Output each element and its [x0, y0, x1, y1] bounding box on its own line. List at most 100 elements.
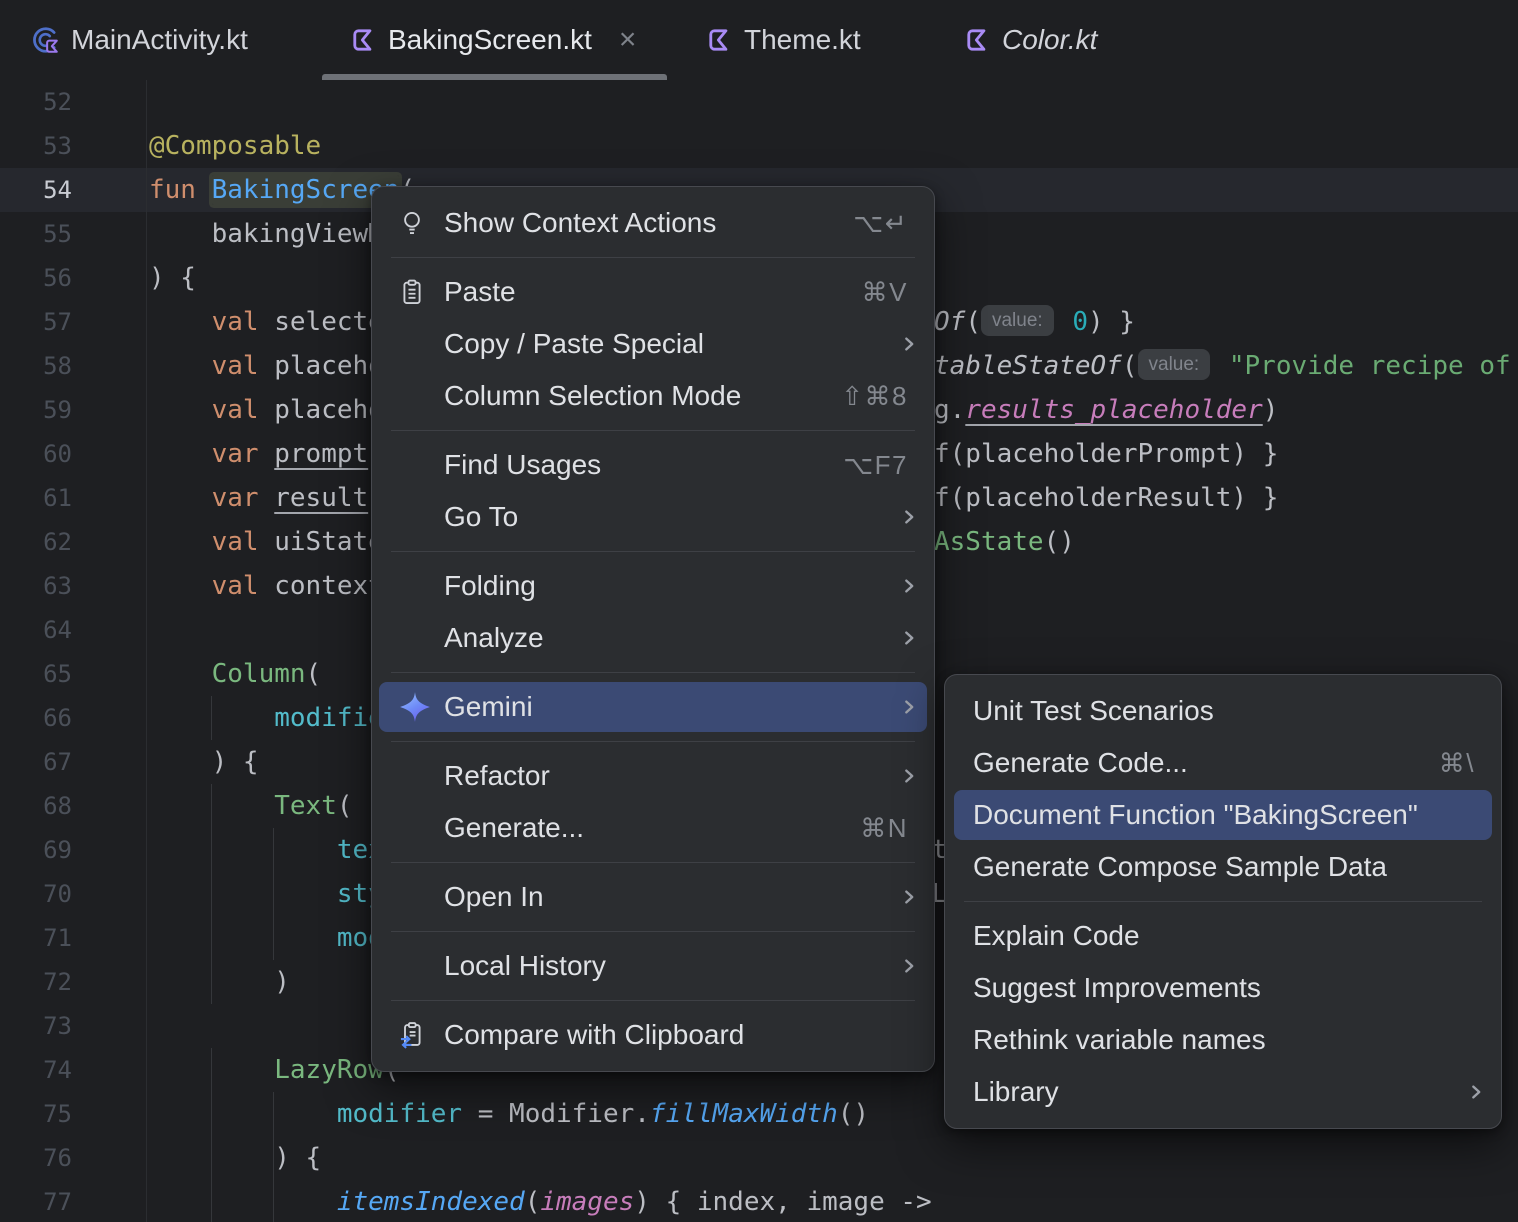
menu-item-shortcut: ⌥↵	[853, 207, 908, 238]
code-line[interactable]: ) {	[149, 1136, 1518, 1180]
menu-item-library[interactable]: Library	[945, 1066, 1501, 1118]
code-token: ) }	[1087, 307, 1135, 337]
line-number[interactable]: 65	[0, 652, 72, 696]
menu-item-label: Unit Test Scenarios	[973, 695, 1214, 726]
menu-item-go-to[interactable]: Go To	[372, 491, 934, 543]
code-token: 0	[1072, 307, 1088, 337]
code-token: val	[211, 571, 275, 601]
line-number[interactable]: 66	[0, 696, 72, 740]
menu-item-label: Generate...	[444, 812, 585, 843]
menu-separator	[391, 257, 915, 258]
menu-item-generate[interactable]: Generate... ⌘N	[372, 802, 934, 854]
menu-item-folding[interactable]: Folding	[372, 560, 934, 612]
code-token: (	[524, 1187, 541, 1217]
line-number[interactable]: 57	[0, 300, 72, 344]
code-token: AsState	[934, 527, 1044, 557]
line-number[interactable]: 59	[0, 388, 72, 432]
line-number[interactable]: 70	[0, 872, 72, 916]
code-token: val	[211, 395, 275, 425]
line-number[interactable]: 61	[0, 476, 72, 520]
tab-color-kt[interactable]: Color.kt	[965, 0, 1097, 80]
menu-item-gemini[interactable]: Gemini	[372, 681, 934, 733]
menu-item-copy-paste-special[interactable]: Copy / Paste Special	[372, 318, 934, 370]
menu-item-unit-test-scenarios[interactable]: Unit Test Scenarios	[945, 685, 1501, 737]
menu-item-show-context-actions[interactable]: Show Context Actions ⌥↵	[372, 197, 934, 249]
code-token: f(placeholderResult) }	[934, 483, 1279, 513]
line-number[interactable]: 72	[0, 960, 72, 1004]
chevron-right-icon	[900, 883, 934, 911]
line-number[interactable]: 58	[0, 344, 72, 388]
code-token: results_placeholder	[965, 395, 1263, 425]
menu-item-suggest-improvements[interactable]: Suggest Improvements	[945, 962, 1501, 1014]
code-token: ) {	[149, 263, 196, 293]
menu-item-label: Generate Code...	[973, 747, 1188, 778]
menu-item-column-selection-mode[interactable]: Column Selection Mode ⇧⌘8	[372, 370, 934, 422]
code-line-right-fragment: f(placeholderResult) }	[934, 476, 1278, 520]
line-number[interactable]: 69	[0, 828, 72, 872]
line-number[interactable]: 60	[0, 432, 72, 476]
menu-item-compare-with-clipboard[interactable]: Compare with Clipboard	[372, 1009, 934, 1061]
menu-item-find-usages[interactable]: Find Usages ⌥F7	[372, 439, 934, 491]
line-number[interactable]: 74	[0, 1048, 72, 1092]
tab-theme-kt[interactable]: Theme.kt	[707, 0, 861, 80]
menu-item-paste[interactable]: Paste ⌘V	[372, 266, 934, 318]
line-number[interactable]: 76	[0, 1136, 72, 1180]
code-token: f(placeholderPrompt) }	[934, 439, 1279, 469]
code-line[interactable]	[149, 80, 1518, 124]
menu-item-explain-code[interactable]: Explain Code	[945, 910, 1501, 962]
line-number[interactable]: 67	[0, 740, 72, 784]
menu-separator	[391, 931, 915, 932]
line-number[interactable]: 68	[0, 784, 72, 828]
menu-item-document-function-bakingscreen[interactable]: Document Function "BakingScreen"	[945, 789, 1501, 841]
line-number[interactable]: 75	[0, 1092, 72, 1136]
line-number[interactable]: 64	[0, 608, 72, 652]
line-number[interactable]: 56	[0, 256, 72, 300]
menu-item-label: Find Usages	[444, 449, 602, 480]
code-token: Of	[934, 307, 966, 337]
line-number[interactable]: 73	[0, 1004, 72, 1048]
menu-item-analyze[interactable]: Analyze	[372, 612, 934, 664]
line-number[interactable]: 53	[0, 124, 72, 168]
chevron-right-icon	[900, 762, 934, 790]
clipboard-icon	[390, 278, 444, 306]
menu-item-generate-compose-sample-data[interactable]: Generate Compose Sample Data	[945, 841, 1501, 893]
menu-item-shortcut: ⌥F7	[843, 449, 908, 480]
line-number[interactable]: 63	[0, 564, 72, 608]
ide-window: { "palette": { "editor_bg": "#1E1F22", "…	[0, 0, 1518, 1222]
menu-item-generate-code[interactable]: Generate Code... ⌘\	[945, 737, 1501, 789]
menu-item-local-history[interactable]: Local History	[372, 940, 934, 992]
chevron-right-icon	[900, 693, 934, 721]
tab-bakingscreen-kt[interactable]: BakingScreen.kt ×	[322, 0, 667, 80]
menu-separator	[391, 430, 915, 431]
menu-separator	[391, 862, 915, 863]
code-line-right-fragment: Of(value: 0) }	[934, 300, 1135, 344]
line-number[interactable]: 71	[0, 916, 72, 960]
code-token: result	[274, 483, 369, 513]
line-number[interactable]: 77	[0, 1180, 72, 1222]
code-line[interactable]: itemsIndexed(images) { index, image ->	[149, 1180, 1518, 1222]
line-number[interactable]: 55	[0, 212, 72, 256]
code-token: val	[211, 527, 275, 557]
chevron-right-icon	[900, 952, 934, 980]
menu-item-rethink-variable-names[interactable]: Rethink variable names	[945, 1014, 1501, 1066]
menu-item-label: Refactor	[444, 760, 550, 791]
line-number[interactable]: 62	[0, 520, 72, 564]
lightbulb-icon	[390, 209, 444, 237]
line-number[interactable]: 54	[0, 168, 72, 212]
code-line[interactable]: @Composable	[149, 124, 1518, 168]
menu-item-refactor[interactable]: Refactor	[372, 750, 934, 802]
menu-item-label: Folding	[444, 570, 536, 601]
tab-mainactivity-kt[interactable]: MainActivity.kt	[30, 0, 248, 80]
close-tab-icon[interactable]: ×	[619, 25, 637, 55]
menu-item-open-in[interactable]: Open In	[372, 871, 934, 923]
line-number[interactable]: 52	[0, 80, 72, 124]
